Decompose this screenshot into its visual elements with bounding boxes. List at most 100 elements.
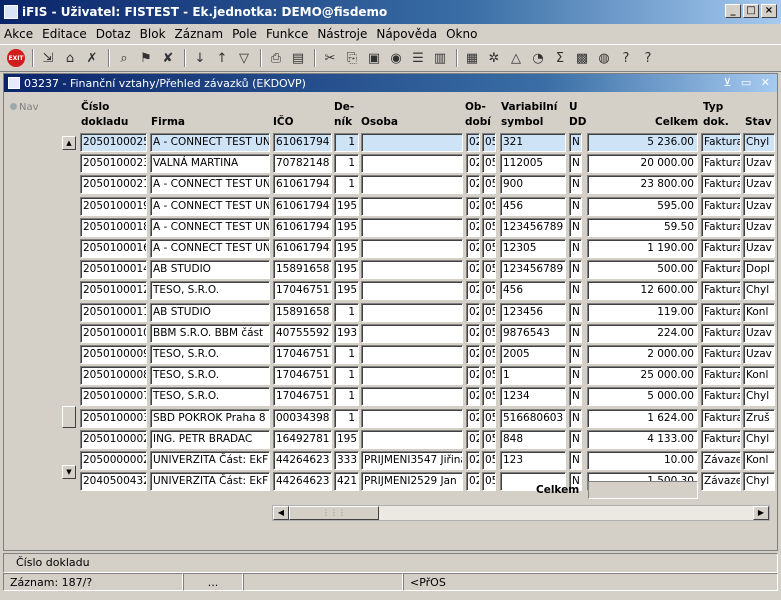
cell-r[interactable]: 05 bbox=[482, 429, 496, 449]
cell-firma[interactable]: A - CONNECT TEST UNE bbox=[150, 239, 270, 258]
cell-osoba[interactable] bbox=[361, 429, 463, 449]
cell-typ[interactable]: Závazel bbox=[701, 472, 741, 492]
cell-r[interactable]: 05 bbox=[482, 281, 496, 301]
cell-vs[interactable]: 516680603 bbox=[500, 408, 566, 428]
cell-u[interactable]: N bbox=[569, 366, 582, 386]
cell-stav[interactable]: Konl bbox=[743, 451, 775, 470]
cell-firma[interactable]: AB STUDIO bbox=[150, 302, 270, 322]
cell-m[interactable]: 02 bbox=[466, 387, 480, 407]
new-record-icon[interactable]: ⌂ bbox=[60, 48, 80, 68]
cell-stav[interactable]: Uzav bbox=[743, 345, 775, 364]
menu-blok[interactable]: Blok bbox=[140, 27, 166, 41]
cell-firma[interactable]: TESO, S.R.O. bbox=[150, 387, 270, 407]
cell-denik[interactable]: 421 bbox=[334, 472, 359, 492]
cell-u[interactable]: N bbox=[569, 281, 582, 301]
cell-stav[interactable]: Zruš bbox=[743, 408, 775, 428]
cell-cislo[interactable]: 2050100018 bbox=[80, 217, 147, 237]
cell-typ[interactable]: Faktura bbox=[701, 429, 741, 449]
cell-ico[interactable]: 61061794 bbox=[273, 196, 332, 216]
sum-icon[interactable]: Σ bbox=[550, 48, 570, 68]
cell-celkem[interactable]: 5 000.00 bbox=[587, 387, 698, 407]
cell-typ[interactable]: Faktura bbox=[701, 366, 741, 386]
cell-celkem[interactable]: 5 236.00 bbox=[587, 133, 698, 152]
cell-denik[interactable]: 1 bbox=[334, 302, 359, 322]
cell-r[interactable]: 05 bbox=[482, 408, 496, 428]
cell-stav[interactable]: Dopl bbox=[743, 260, 775, 280]
cell-u[interactable]: N bbox=[569, 175, 582, 195]
cell-celkem[interactable]: 12 600.00 bbox=[587, 281, 698, 301]
cell-vs[interactable]: 12305 bbox=[500, 239, 566, 258]
cell-cislo[interactable]: 2050100019 bbox=[80, 196, 147, 216]
cell-osoba[interactable] bbox=[361, 387, 463, 407]
cell-cislo[interactable]: 2050100003 bbox=[80, 408, 147, 428]
cell-ico[interactable]: 61061794 bbox=[273, 133, 332, 152]
tools-icon[interactable]: ✲ bbox=[484, 48, 504, 68]
cell-celkem[interactable]: 1 190.00 bbox=[587, 239, 698, 258]
vertical-scrollbar[interactable]: ▲ ▼ bbox=[62, 133, 76, 481]
cell-ico[interactable]: 70782148 bbox=[273, 154, 332, 174]
cell-denik[interactable]: 193 bbox=[334, 323, 359, 343]
cell-celkem[interactable]: 1 624.00 bbox=[587, 408, 698, 428]
cell-denik[interactable]: 195 bbox=[334, 260, 359, 280]
cell-osoba[interactable] bbox=[361, 196, 463, 216]
cell-ico[interactable]: 44264623 bbox=[273, 451, 332, 470]
cell-m[interactable]: 02 bbox=[466, 302, 480, 322]
cell-cislo[interactable]: 2050100008 bbox=[80, 366, 147, 386]
cell-osoba[interactable] bbox=[361, 217, 463, 237]
cell-denik[interactable]: 1 bbox=[334, 366, 359, 386]
cell-osoba[interactable] bbox=[361, 154, 463, 174]
cell-cislo[interactable]: 2050100009 bbox=[80, 345, 147, 364]
cell-cislo[interactable]: 2050100002 bbox=[80, 429, 147, 449]
cell-firma[interactable]: TESO, S.R.O. bbox=[150, 281, 270, 301]
menu-dotaz[interactable]: Dotaz bbox=[96, 27, 131, 41]
cell-celkem[interactable]: 224.00 bbox=[587, 323, 698, 343]
cell-celkem[interactable]: 119.00 bbox=[587, 302, 698, 322]
cell-r[interactable]: 05 bbox=[482, 154, 496, 174]
cell-ico[interactable]: 15891658 bbox=[273, 302, 332, 322]
help-icon[interactable]: ? bbox=[638, 48, 658, 68]
cell-stav[interactable]: Uzav bbox=[743, 323, 775, 343]
cell-m[interactable]: 02 bbox=[466, 323, 480, 343]
cell-typ[interactable]: Faktura bbox=[701, 175, 741, 195]
cell-denik[interactable]: 195 bbox=[334, 217, 359, 237]
warning-icon[interactable]: △ bbox=[506, 48, 526, 68]
scroll-down-icon[interactable]: ▼ bbox=[62, 465, 76, 479]
cell-r[interactable]: 05 bbox=[482, 323, 496, 343]
cell-cislo[interactable]: 2050100021 bbox=[80, 175, 147, 195]
cell-vs[interactable]: 321 bbox=[500, 133, 566, 152]
cell-u[interactable]: N bbox=[569, 133, 582, 152]
cell-osoba[interactable] bbox=[361, 281, 463, 301]
cell-celkem[interactable]: 20 000.00 bbox=[587, 154, 698, 174]
cell-m[interactable]: 02 bbox=[466, 196, 480, 216]
cell-ico[interactable]: 00034398 bbox=[273, 408, 332, 428]
cell-stav[interactable]: Uzav bbox=[743, 175, 775, 195]
cell-celkem[interactable]: 59.50 bbox=[587, 217, 698, 237]
context-help-icon[interactable]: ? bbox=[616, 48, 636, 68]
cell-vs[interactable]: 123 bbox=[500, 451, 566, 470]
cell-m[interactable]: 02 bbox=[466, 472, 480, 492]
cell-cislo[interactable]: 2050100016 bbox=[80, 239, 147, 258]
cell-stav[interactable]: Uzav bbox=[743, 154, 775, 174]
cell-celkem[interactable]: 4 133.00 bbox=[587, 429, 698, 449]
cell-osoba[interactable] bbox=[361, 260, 463, 280]
cell-typ[interactable]: Faktura bbox=[701, 196, 741, 216]
cell-typ[interactable]: Faktura bbox=[701, 133, 741, 152]
cell-vs[interactable]: 1234 bbox=[500, 387, 566, 407]
cell-r[interactable]: 05 bbox=[482, 133, 496, 152]
report-icon[interactable]: ▤ bbox=[288, 48, 308, 68]
cell-typ[interactable]: Faktura bbox=[701, 345, 741, 364]
cell-u[interactable]: N bbox=[569, 451, 582, 470]
cell-denik[interactable]: 195 bbox=[334, 239, 359, 258]
cell-denik[interactable]: 1 bbox=[334, 175, 359, 195]
cell-u[interactable]: N bbox=[569, 302, 582, 322]
cell-firma[interactable]: UNIVERZITA Část: EkF bbox=[150, 451, 270, 470]
cell-stav[interactable]: Konl bbox=[743, 366, 775, 386]
cell-ico[interactable]: 17046751 bbox=[273, 281, 332, 301]
cell-typ[interactable]: Faktura bbox=[701, 239, 741, 258]
cell-stav[interactable]: Chyl bbox=[743, 472, 775, 492]
cell-typ[interactable]: Závazel bbox=[701, 451, 741, 470]
nav-button[interactable]: Nav bbox=[10, 102, 39, 113]
cell-stav[interactable]: Chyl bbox=[743, 429, 775, 449]
cell-stav[interactable]: Chyl bbox=[743, 281, 775, 301]
cell-u[interactable]: N bbox=[569, 154, 582, 174]
